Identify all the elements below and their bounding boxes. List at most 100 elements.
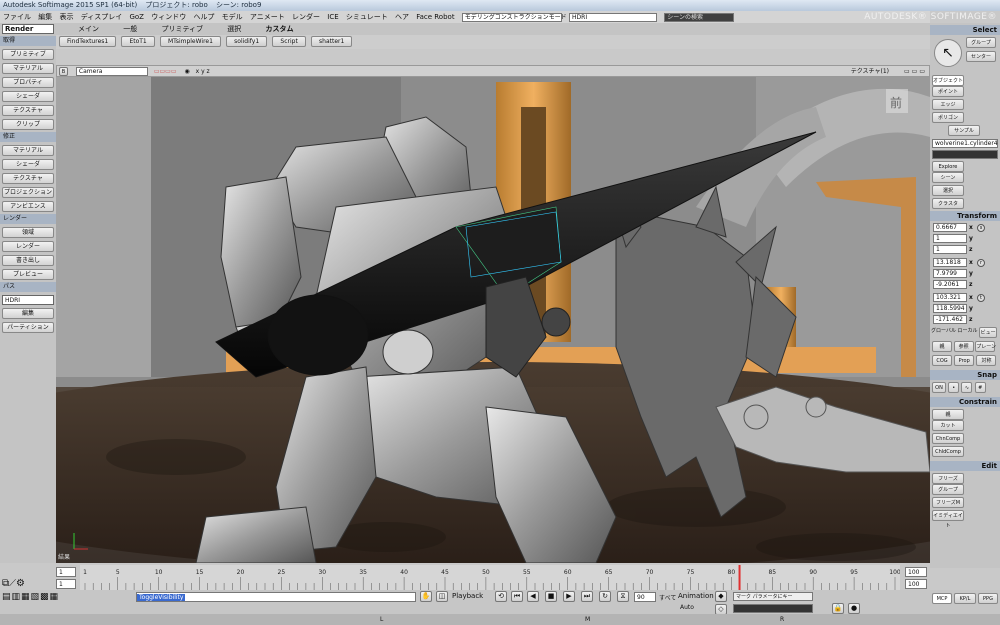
- viewport-window-icons[interactable]: ▭▭▭: [904, 66, 927, 77]
- group-select-button[interactable]: グループ: [966, 37, 996, 48]
- cog-toggle[interactable]: COG: [932, 355, 952, 366]
- export-button[interactable]: 書き出し: [2, 255, 54, 266]
- scale-y-field[interactable]: 1: [933, 234, 967, 243]
- axes-toggle[interactable]: x y z: [196, 68, 210, 75]
- translate-x-field[interactable]: 103.321: [933, 293, 967, 302]
- childcomp-button[interactable]: ChldComp: [932, 446, 964, 457]
- rotate-x-field[interactable]: 13.1818: [933, 258, 967, 267]
- section-get[interactable]: 取得: [0, 36, 56, 46]
- menu-help[interactable]: ヘルプ: [193, 13, 214, 21]
- play-icon[interactable]: ▶: [563, 591, 575, 602]
- parent-button[interactable]: 親: [932, 409, 964, 420]
- pass-select[interactable]: HDRI: [569, 12, 658, 22]
- menu-face-robot[interactable]: Face Robot: [416, 13, 454, 21]
- command-line-input[interactable]: ToggleVisibility: [137, 594, 186, 601]
- partition-button[interactable]: パーティション: [2, 322, 54, 333]
- get-primitive-button[interactable]: プリミティブ: [2, 49, 54, 60]
- global-toggle[interactable]: グローバル: [931, 328, 956, 334]
- realtime-icon[interactable]: ⧖: [617, 591, 629, 602]
- module-select[interactable]: Render: [2, 24, 54, 34]
- chncomp-button[interactable]: ChnComp: [932, 433, 964, 444]
- scale-icon[interactable]: s: [977, 223, 985, 232]
- object-mode-button[interactable]: オブジェクト: [932, 75, 964, 86]
- point-mode-button[interactable]: ポイント: [932, 86, 964, 97]
- tab-select[interactable]: 選択: [227, 23, 241, 35]
- stop-icon[interactable]: ■: [545, 591, 557, 602]
- tab-main[interactable]: メイン: [78, 23, 99, 35]
- marking-list-bar[interactable]: [733, 604, 813, 613]
- polygon-mode-button[interactable]: ポリゴン: [932, 112, 964, 123]
- modify-material-button[interactable]: マテリアル: [2, 145, 54, 156]
- view-toggle[interactable]: ビュー: [979, 327, 998, 338]
- playback-label[interactable]: Playback: [452, 592, 483, 600]
- translate-icon[interactable]: t: [977, 293, 985, 302]
- menu-view[interactable]: 表示: [59, 13, 73, 21]
- shelf-solidify-button[interactable]: solidify1: [226, 36, 268, 47]
- timeline-ruler[interactable]: 1 5 10 15 20 25 30 35 40 45 50 55 60 65 70 75 80 85 90 95 10…: [80, 565, 900, 591]
- center-select-button[interactable]: センター: [966, 51, 996, 62]
- menu-animate[interactable]: アニメート: [250, 13, 285, 21]
- construction-mode-select[interactable]: モデリングコンストラクションモード: [461, 12, 567, 22]
- tab-custom[interactable]: カスタム: [266, 23, 294, 35]
- viewport-letter-button[interactable]: B: [59, 67, 68, 76]
- fps-field[interactable]: 90: [634, 592, 656, 602]
- first-frame-icon[interactable]: ⏮: [511, 591, 523, 602]
- edge-mode-button[interactable]: エッジ: [932, 99, 964, 110]
- tab-mcp[interactable]: MCP: [932, 593, 952, 604]
- translate-z-field[interactable]: -171.462: [933, 315, 967, 324]
- texture-label[interactable]: テクスチャ(1): [851, 66, 889, 77]
- snap-point-icon[interactable]: •: [948, 382, 960, 393]
- timeline-start2-field[interactable]: 1: [56, 579, 76, 589]
- menu-window[interactable]: ウィンドウ: [151, 13, 186, 21]
- freeze-m-button[interactable]: フリーズM: [932, 497, 964, 508]
- get-texture-button[interactable]: テクスチャ: [2, 105, 54, 116]
- get-material-button[interactable]: マテリアル: [2, 63, 54, 74]
- record-icon[interactable]: ●: [848, 603, 860, 614]
- modify-texture-button[interactable]: テクスチャ: [2, 173, 54, 184]
- mark-parameter-field[interactable]: マーク パラメータにキー: [733, 592, 813, 601]
- key-icon[interactable]: ◆: [715, 591, 727, 602]
- menu-file[interactable]: ファイル: [3, 13, 31, 21]
- menu-ice[interactable]: ICE: [327, 13, 338, 21]
- tab-ppg[interactable]: PPG: [978, 593, 998, 604]
- immediate-button[interactable]: イミディエイト: [932, 510, 964, 529]
- menu-simulate[interactable]: シミュレート: [346, 13, 388, 21]
- menu-model[interactable]: モデル: [222, 13, 243, 21]
- menu-hair[interactable]: ヘア: [395, 13, 409, 21]
- hand-icon[interactable]: ✋: [420, 591, 432, 602]
- modify-shader-button[interactable]: シェーダ: [2, 159, 54, 170]
- select-arrow-icon[interactable]: ↖: [934, 39, 962, 67]
- group-button[interactable]: グループ: [932, 484, 964, 495]
- shelf-script-button[interactable]: Script: [272, 36, 306, 47]
- sample-mode-button[interactable]: サンプル: [948, 125, 980, 136]
- auto-key-label[interactable]: Auto: [680, 604, 694, 611]
- viewport-3d[interactable]: 前 結果: [56, 77, 930, 563]
- snap-on-toggle[interactable]: ON: [932, 382, 946, 393]
- menu-goz[interactable]: GoZ: [129, 13, 144, 21]
- last-frame-icon[interactable]: ⏭: [581, 591, 593, 602]
- scale-x-field[interactable]: 0.6667: [933, 223, 967, 232]
- explore-button[interactable]: Explore: [932, 161, 964, 172]
- tab-primitive[interactable]: プリミティブ: [161, 23, 203, 35]
- rotate-y-field[interactable]: 7.9799: [933, 269, 967, 278]
- section-render[interactable]: レンダー: [0, 214, 56, 224]
- animation-label[interactable]: Animation: [678, 592, 714, 600]
- shelf-mtsimplewire-button[interactable]: MTsimpleWire1: [159, 36, 221, 47]
- translate-y-field[interactable]: 118.5994: [933, 304, 967, 313]
- local-toggle[interactable]: ローカル: [958, 328, 978, 334]
- reference-toggle[interactable]: 参照: [953, 341, 974, 352]
- section-pass[interactable]: パス: [0, 282, 56, 292]
- render-button[interactable]: レンダー: [2, 241, 54, 252]
- menu-display[interactable]: ディスプレイ: [81, 13, 123, 21]
- camera-icon[interactable]: ◫: [436, 591, 448, 602]
- symmetry-toggle[interactable]: 対称: [976, 355, 997, 366]
- get-clip-button[interactable]: クリップ: [2, 119, 54, 130]
- selection-filter-field[interactable]: [932, 150, 998, 159]
- plane-toggle[interactable]: プレーン: [975, 341, 996, 352]
- display-mode-icons[interactable]: ▭▭▭▭: [154, 68, 177, 75]
- left-pass-select[interactable]: HDRI: [2, 295, 54, 305]
- shelf-shatter-button[interactable]: shatter1: [311, 36, 353, 47]
- scale-z-field[interactable]: 1: [933, 245, 967, 254]
- all-label[interactable]: すべて: [659, 593, 676, 602]
- get-property-button[interactable]: プロパティ: [2, 77, 54, 88]
